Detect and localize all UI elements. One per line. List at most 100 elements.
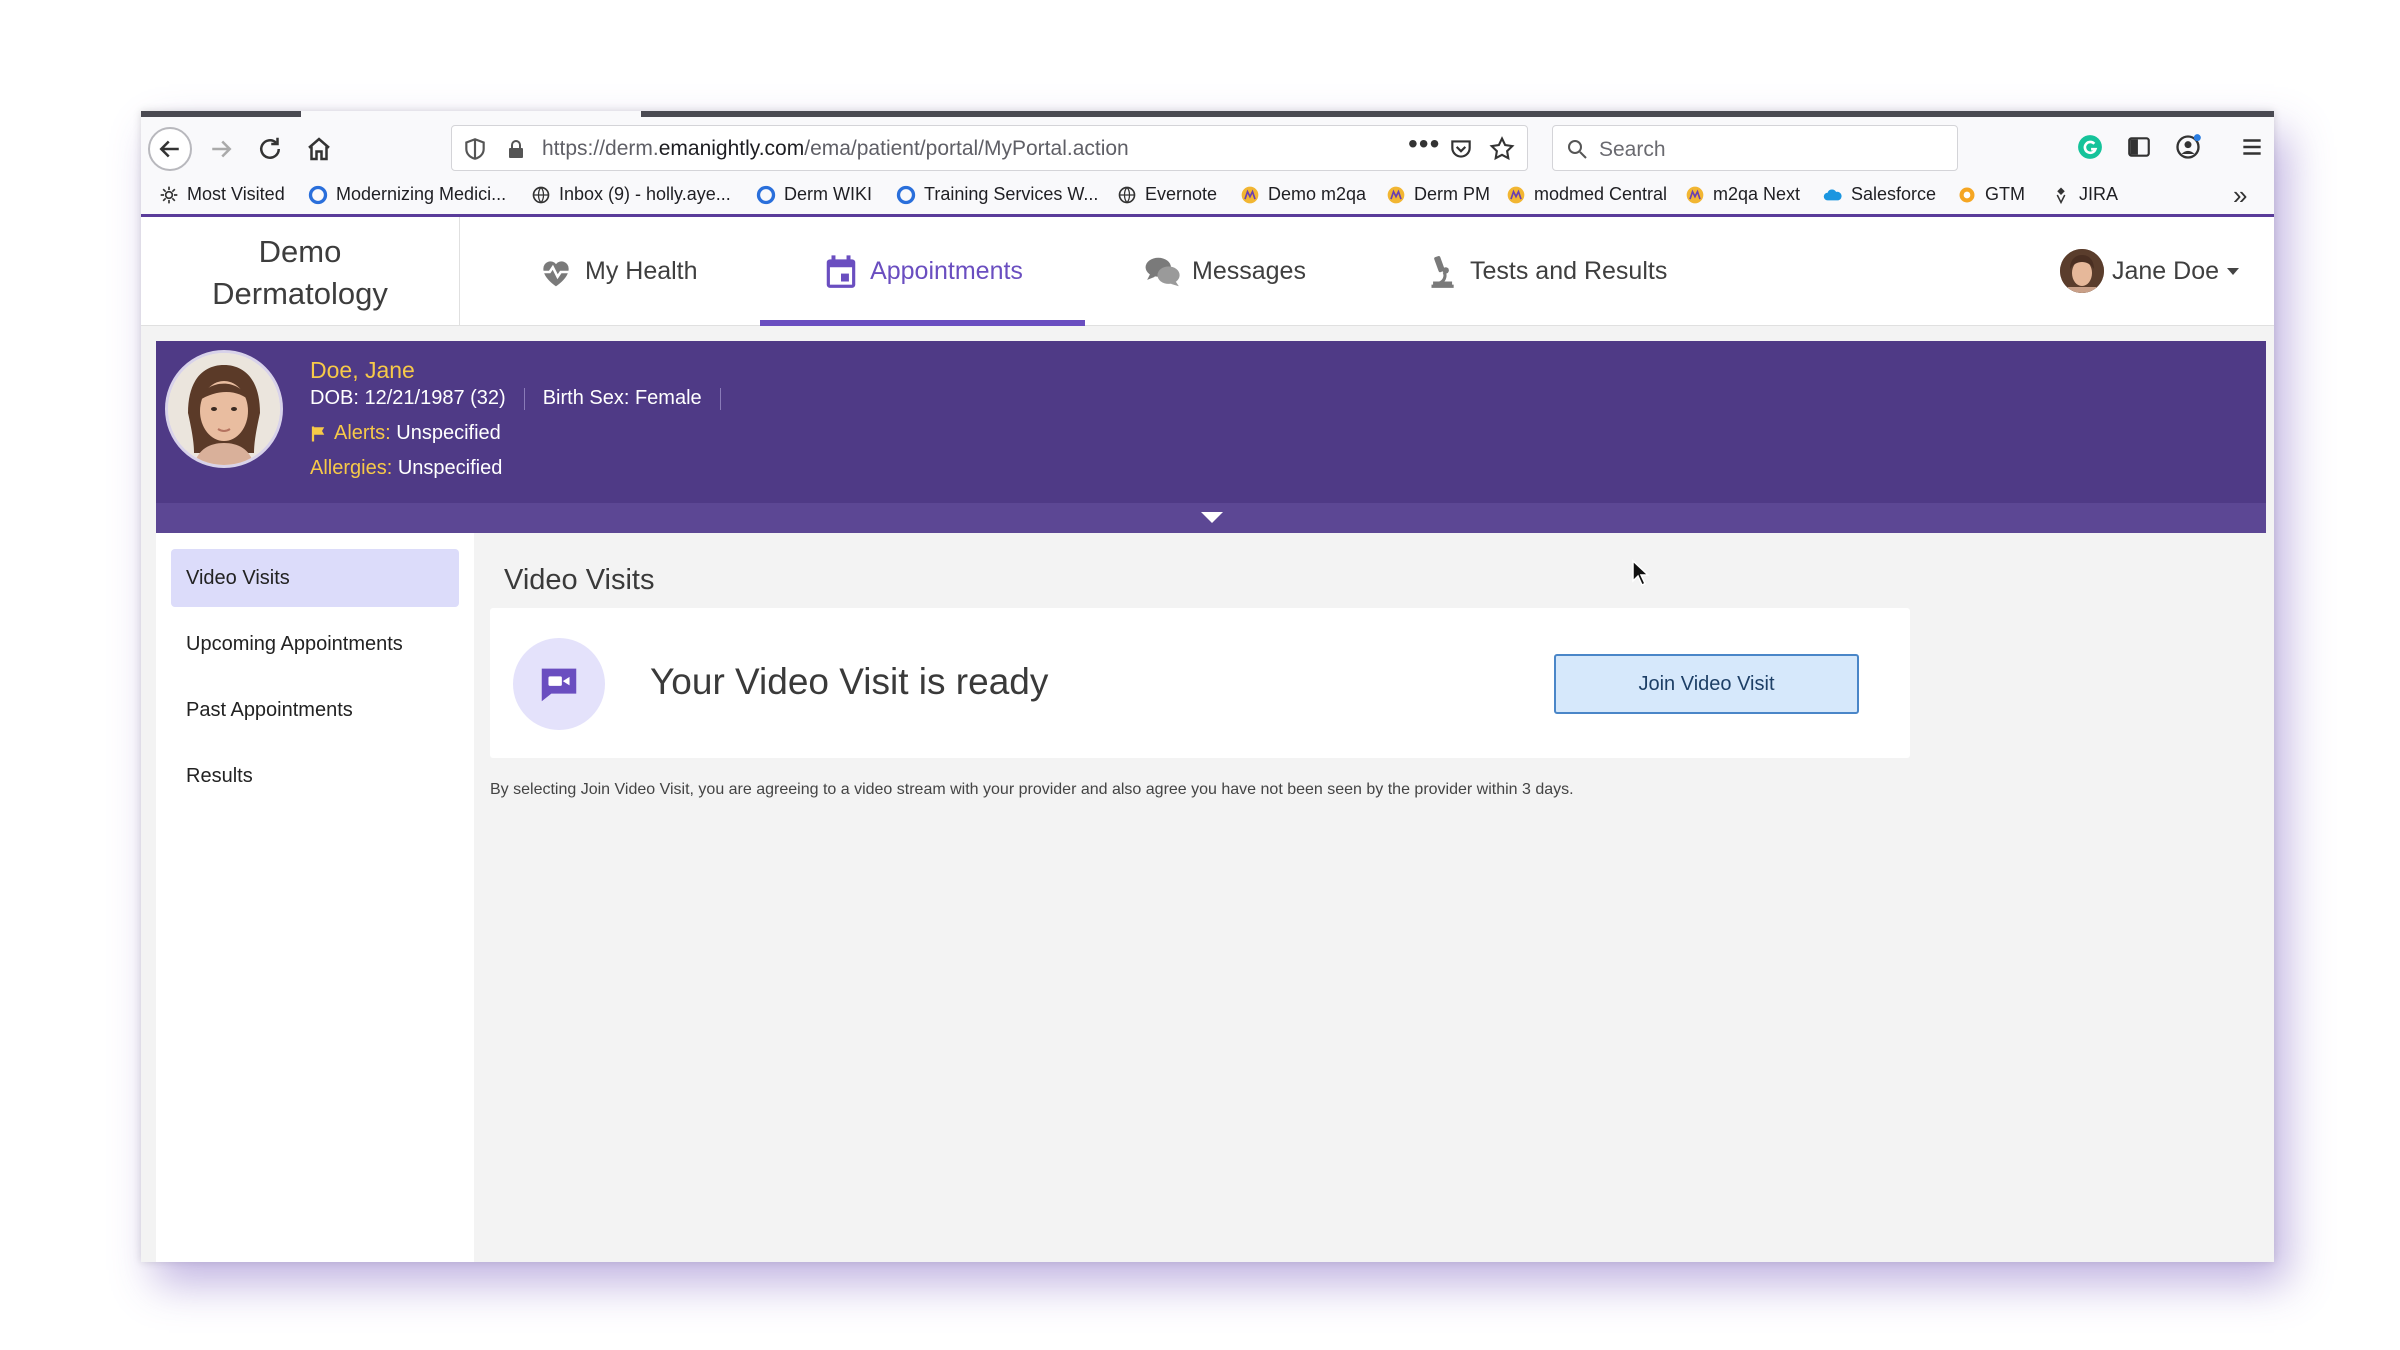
bookmark-label: GTM [1985, 184, 2025, 204]
nav-messages[interactable]: Messages [1144, 217, 1306, 326]
alerts-label: Alerts: [334, 422, 391, 444]
grammarly-icon[interactable] [2074, 131, 2106, 163]
browser-window: https://derm.emanightly.com/ema/patient/… [141, 111, 2274, 1262]
bookmark-item[interactable]: Inbox (9) - holly.aye... [531, 184, 731, 205]
bookmark-item[interactable]: JIRA [2051, 184, 2118, 205]
url-path: /ema/patient/portal/MyPortal.action [804, 137, 1129, 160]
bookmark-item[interactable]: modmed Central [1506, 184, 1667, 205]
jira-icon [2051, 185, 2071, 205]
video-visit-ready-text: Your Video Visit is ready [650, 661, 1049, 702]
hamburger-menu-icon[interactable] [2236, 131, 2268, 163]
user-name: Jane Doe [2112, 256, 2220, 285]
nav-my-health[interactable]: My Health [537, 217, 698, 326]
allergies-value: Unspecified [397, 457, 503, 479]
patient-banner: Doe, Jane DOB: 12/21/1987 (32) Birth Sex… [156, 341, 2266, 533]
alerts-row: Alerts: Unspecified [310, 422, 501, 445]
lock-icon[interactable] [504, 136, 528, 162]
page-title: Video Visits [504, 564, 655, 596]
bookmark-item[interactable]: Derm PM [1386, 184, 1490, 205]
nav-appointments[interactable]: Appointments [760, 217, 1085, 326]
divider [719, 387, 721, 410]
flag-icon [311, 426, 325, 441]
url-text[interactable]: https://derm.emanightly.com/ema/patient/… [542, 137, 1129, 161]
appointments-sidebar: Video Visits Upcoming Appointments Past … [156, 533, 474, 1262]
bookmark-star-icon[interactable] [1488, 135, 1516, 163]
url-prefix: https://derm. [542, 137, 659, 160]
cloud-icon [1823, 185, 1843, 205]
reload-button[interactable] [248, 127, 292, 171]
user-avatar [2060, 249, 2104, 293]
bookmark-item[interactable]: Salesforce [1823, 184, 1936, 205]
search-icon [1568, 140, 1587, 159]
circle-icon [896, 185, 916, 205]
sidebar-item-video-visits[interactable]: Video Visits [171, 549, 459, 607]
bookmark-item[interactable]: Demo m2qa [1240, 184, 1366, 205]
header-divider [459, 217, 460, 326]
practice-name[interactable]: Demo Dermatology [141, 231, 459, 317]
bookmark-item[interactable]: Most Visited [159, 184, 285, 205]
active-tab[interactable] [301, 111, 641, 117]
sidebar-item-past-appointments[interactable]: Past Appointments [171, 681, 459, 739]
bookmark-label: Demo m2qa [1268, 184, 1367, 204]
bookmark-label: Derm PM [1414, 184, 1490, 204]
caret-down-icon [2227, 267, 2240, 275]
nav-appointments-label: Appointments [870, 257, 1023, 285]
home-button[interactable] [297, 127, 341, 171]
bookmark-label: Evernote [1145, 184, 1218, 204]
alerts-value: Unspecified [396, 422, 501, 444]
bookmarks-bar: Most Visited Modernizing Medici... Inbox (… [141, 177, 2274, 217]
patient-demographics: DOB: 12/21/1987 (32) Birth Sex: Female [310, 387, 739, 410]
patient-photo [165, 350, 283, 468]
user-menu[interactable]: Jane Doe [2060, 249, 2240, 293]
gear-icon [159, 185, 179, 205]
ema-icon [1240, 185, 1260, 205]
bookmark-label: JIRA [2079, 184, 2119, 204]
browser-search-input[interactable]: Search [1552, 125, 1958, 171]
bookmark-item[interactable]: Training Services W... [896, 184, 1098, 205]
account-icon[interactable] [2172, 131, 2204, 163]
bookmark-item[interactable]: m2qa Next [1685, 184, 1800, 205]
nav-tests-results[interactable]: Tests and Results [1422, 217, 1667, 326]
dob-value: 12/21/1987 (32) [364, 387, 506, 409]
url-bar[interactable]: https://derm.emanightly.com/ema/patient/… [451, 125, 1528, 171]
main-content: Video Visits Your Video Visit is ready J… [474, 533, 2274, 1262]
forward-button[interactable] [199, 127, 243, 171]
sidebar-item-results[interactable]: Results [171, 747, 459, 805]
back-button[interactable] [148, 127, 192, 171]
bookmark-item[interactable]: Derm WIKI [756, 184, 872, 205]
bookmark-item[interactable]: Modernizing Medici... [308, 184, 506, 205]
bookmark-label: Inbox (9) - holly.aye... [559, 184, 731, 204]
search-placeholder: Search [1599, 138, 1666, 161]
bookmark-item[interactable]: GTM [1957, 184, 2025, 205]
gtm-icon [1957, 185, 1977, 205]
banner-expand-bar[interactable] [156, 503, 2266, 533]
globe-icon [1117, 185, 1137, 205]
mouse-cursor-icon [1632, 559, 1650, 587]
tab-strip [141, 111, 2274, 117]
forward-arrow-icon [212, 140, 232, 158]
bookmark-label: Modernizing Medici... [336, 184, 507, 204]
pocket-icon[interactable] [1448, 136, 1474, 162]
globe-icon [531, 185, 551, 205]
heart-pulse-icon [541, 260, 571, 286]
shield-icon[interactable] [462, 136, 488, 162]
app-header: Demo Dermatology My Health Appointments … [141, 217, 2274, 326]
bookmarks-overflow-icon[interactable]: » [2233, 180, 2247, 211]
ema-icon [1386, 185, 1406, 205]
video-camera-icon [541, 668, 577, 702]
expand-caret-icon[interactable] [1201, 512, 1223, 523]
nav-tests-results-label: Tests and Results [1470, 257, 1668, 285]
bookmark-item[interactable]: Evernote [1117, 184, 1217, 205]
bookmark-label: Most Visited [187, 184, 285, 204]
birth-sex-label: Birth Sex: [542, 387, 630, 409]
sidebar-toggle-icon[interactable] [2123, 131, 2155, 163]
video-visit-disclaimer: By selecting Join Video Visit, you are a… [490, 781, 1574, 798]
page-actions-menu[interactable]: ••• [1408, 128, 1440, 160]
sidebar-item-upcoming-appointments[interactable]: Upcoming Appointments [171, 615, 459, 673]
allergies-row: Allergies: Unspecified [310, 457, 502, 480]
patient-name[interactable]: Doe, Jane [310, 357, 415, 384]
bookmark-label: m2qa Next [1713, 184, 1801, 204]
microscope-icon [1431, 255, 1454, 288]
bookmark-label: Salesforce [1851, 184, 1937, 204]
join-video-visit-button[interactable]: Join Video Visit [1554, 654, 1859, 714]
